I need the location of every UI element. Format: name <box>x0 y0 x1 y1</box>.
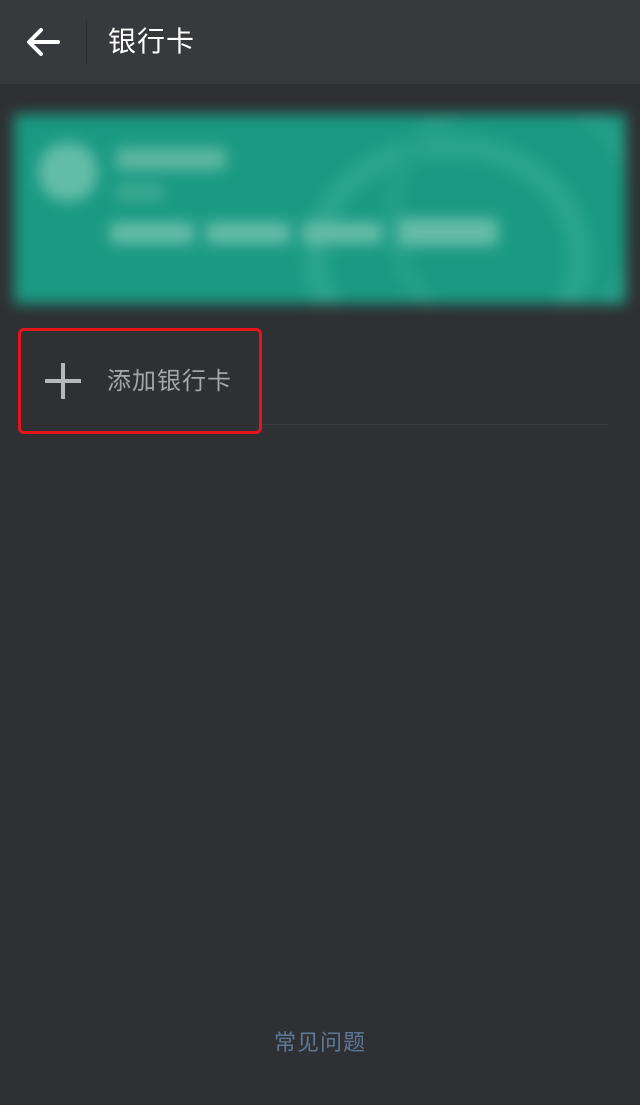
bank-name <box>116 148 226 170</box>
add-bank-card-button[interactable]: 添加银行卡 <box>18 328 262 434</box>
add-bank-card-label: 添加银行卡 <box>107 367 232 395</box>
card-number-group <box>302 222 382 244</box>
page-title: 银行卡 <box>108 25 196 58</box>
card-number-group <box>206 222 290 244</box>
card-number-group <box>110 222 194 244</box>
plus-icon <box>45 363 81 399</box>
faq-link[interactable]: 常见问题 <box>0 1024 640 1064</box>
card-watermark-outer <box>384 114 626 304</box>
top-bar: 银行卡 <box>0 0 640 84</box>
card-number-group <box>398 218 498 246</box>
back-button[interactable] <box>14 14 72 70</box>
arrow-left-icon <box>27 28 60 56</box>
list-divider <box>262 424 608 425</box>
bank-card[interactable] <box>14 114 626 304</box>
header-divider <box>86 20 87 64</box>
card-type <box>116 184 164 200</box>
bank-logo <box>38 142 98 202</box>
